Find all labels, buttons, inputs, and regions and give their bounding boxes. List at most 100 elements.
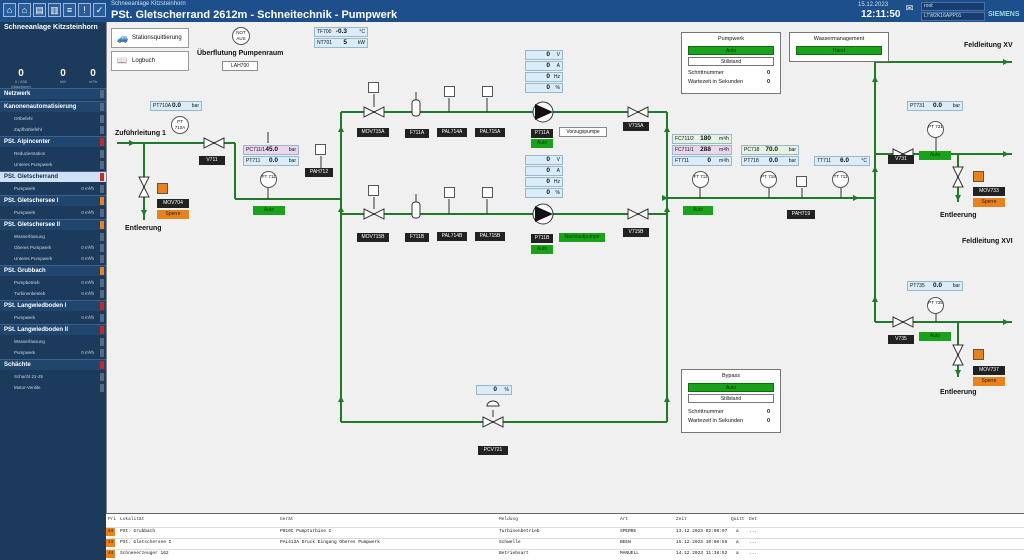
sidebar-item[interactable]: Wasserfassung	[0, 232, 106, 242]
logbook-button[interactable]: 📖 Logbuch	[111, 51, 189, 71]
pt711-state[interactable]: Auto	[253, 206, 285, 215]
p711b-tag[interactable]: P711B	[531, 234, 553, 243]
mov737-tag[interactable]: MOV737	[973, 366, 1005, 375]
pc718-value[interactable]: PC718 70.0 bar	[741, 145, 799, 155]
pt710a-gauge[interactable]: PT 710A	[171, 116, 189, 134]
check-icon[interactable]: ✓	[93, 3, 106, 17]
sidebar-section[interactable]: PSt. Langwiedboden I	[0, 300, 106, 311]
wasser-state[interactable]: Hand	[796, 46, 882, 55]
p711b-state[interactable]: Auto	[531, 245, 553, 254]
sidebar-item[interactable]: Wasserfassung	[0, 337, 106, 347]
ft711-gauge[interactable]: FT 711	[692, 171, 709, 188]
mov704-tag[interactable]: MOV704	[157, 199, 189, 208]
v715b-tag[interactable]: V715B	[623, 228, 649, 237]
pah719-indicator[interactable]	[796, 176, 807, 187]
user-field[interactable]: root	[921, 2, 985, 11]
sidebar-item[interactable]: Ortbefehl	[0, 114, 106, 124]
pt735-gauge[interactable]: PT 735	[927, 297, 944, 314]
v715a-tag[interactable]: V715A	[623, 122, 649, 131]
pal715a-tag[interactable]: PAL715A	[475, 128, 505, 137]
message-icon[interactable]: ✉	[903, 3, 916, 17]
mov737-indicator[interactable]	[973, 349, 984, 360]
p711a-state[interactable]: Auto	[531, 139, 553, 148]
sidebar-item[interactable]: Reduzierstation	[0, 149, 106, 159]
mov733-lock[interactable]: Sperre	[973, 198, 1005, 207]
sidebar-item[interactable]: Zapfhörbefehl	[0, 125, 106, 135]
pal714b-indicator[interactable]	[444, 187, 455, 198]
pumpwerk-auto[interactable]: Auto	[688, 46, 774, 55]
mov737-lock[interactable]: Sperre	[973, 377, 1005, 386]
sidebar-section[interactable]: PSt. Gletschersee I	[0, 195, 106, 206]
sidebar-section[interactable]: PSt. Alpincenter	[0, 136, 106, 147]
list-icon[interactable]: ≡	[63, 3, 76, 17]
sidebar-item[interactable]: Pumpwerk 0 m³/h	[0, 208, 106, 218]
sidebar-item[interactable]: Pumpwerk 0 m³/h	[0, 313, 106, 323]
pal714a-indicator[interactable]	[444, 86, 455, 97]
mov733-indicator[interactable]	[973, 171, 984, 182]
pal714b-tag[interactable]: PAL714B	[437, 232, 467, 241]
vorzugspumpe-label[interactable]: Vorzugspumpe	[559, 127, 607, 137]
pah719-tag[interactable]: PAH719	[787, 210, 815, 219]
pcv721-tag[interactable]: PCV721	[478, 446, 508, 455]
sidebar-section[interactable]: PSt. Gletschersee II	[0, 219, 106, 230]
alarm-icon[interactable]: !	[78, 3, 91, 17]
alarm-row[interactable]: 44 Schneeerzeuger 162 Betriebsart MANUELL 14…	[106, 549, 1024, 558]
pt731-gauge[interactable]: PT 731	[927, 121, 944, 138]
alarm-row[interactable]: 44 PSt. Gletschersee I PAL413A Druck Einga…	[106, 538, 1024, 547]
printer-icon[interactable]: ▤	[33, 3, 46, 17]
emergency-stop[interactable]: NOT AUS	[232, 27, 250, 45]
sidebar-item[interactable]: Schacht 21-25	[0, 372, 106, 382]
mov715b-tag[interactable]: MOV715B	[357, 233, 389, 242]
mov715a-indicator[interactable]	[368, 82, 379, 93]
sidebar-item[interactable]: Unteres Pumpwerk 0 m³/h	[0, 254, 106, 264]
sidebar-item[interactable]: Pumpwerk 0 m³/h	[0, 348, 106, 358]
bypass-panel[interactable]: Bypass Auto Stillstand Schrittnummer 0 Wa…	[681, 369, 781, 433]
ft711-state[interactable]: Auto	[683, 206, 713, 215]
tt711-gauge[interactable]: TT 711	[832, 171, 849, 188]
sidebar-section[interactable]: Netzwerk	[0, 88, 106, 99]
bypass-auto[interactable]: Auto	[688, 383, 774, 392]
fc711-1-value[interactable]: FC711/1 288 m³/h	[672, 145, 732, 155]
pt711-gauge[interactable]: PT 711	[260, 171, 277, 188]
pal714a-tag[interactable]: PAL714A	[437, 128, 467, 137]
chart-icon[interactable]: ▥	[48, 3, 61, 17]
pumpwerk-panel[interactable]: Pumpwerk Auto Stillstand Schrittnummer 0 …	[681, 32, 781, 94]
pal715a-indicator[interactable]	[482, 86, 493, 97]
mov733-tag[interactable]: MOV733	[973, 187, 1005, 196]
sidebar-item[interactable]: Pumpbetrieb 0 m³/h	[0, 278, 106, 288]
fc711-2-value[interactable]: FC711/2 180 m³/h	[672, 134, 732, 144]
sidebar-item[interactable]: Motor-Ventile	[0, 383, 106, 393]
pah712-indicator[interactable]	[315, 144, 326, 155]
pcv721-opening[interactable]: 0%	[476, 385, 512, 395]
pt735-state[interactable]: Auto	[919, 332, 951, 341]
sidebar-item[interactable]: Oberes Pumpwerk 0 m³/h	[0, 243, 106, 253]
pc711-value[interactable]: PC711/1 45.0 bar	[243, 145, 299, 155]
p711a-tag[interactable]: P711A	[531, 129, 553, 138]
sidebar-section[interactable]: PSt. Grubbach	[0, 265, 106, 276]
sidebar-item[interactable]: Turbinenbetrieb 0 m³/h	[0, 289, 106, 299]
v735-tag[interactable]: V735	[888, 335, 914, 344]
mov715b-indicator[interactable]	[368, 185, 379, 196]
pt731-state[interactable]: Auto	[919, 151, 951, 160]
pal715b-tag[interactable]: PAL715B	[475, 232, 505, 241]
mov704-indicator[interactable]	[157, 183, 168, 194]
sidebar-section[interactable]: PSt. Langwiedboden II	[0, 324, 106, 335]
sidebar-item[interactable]: Unteres Pumpwerk	[0, 160, 106, 170]
pah712-tag[interactable]: PAH712	[305, 168, 333, 177]
f711b-tag[interactable]: F711B	[405, 233, 429, 242]
pt718-gauge[interactable]: PT 718	[760, 171, 777, 188]
sidebar-section[interactable]: PSt. Gletscherrand	[0, 171, 106, 182]
f711a-tag[interactable]: F711A	[405, 129, 429, 138]
sidebar-section[interactable]: Kanonenautomatisierung	[0, 101, 106, 112]
mov715a-tag[interactable]: MOV715A	[357, 128, 389, 137]
pumpB-status[interactable]: Nachlaufpumpe	[559, 233, 605, 242]
station-ack-button[interactable]: 🚙 Stationsquittierung	[111, 28, 189, 48]
wassermanagement-panel[interactable]: Wassermanagement Hand	[789, 32, 889, 62]
home-icon[interactable]: ⌂	[3, 3, 16, 17]
house-icon[interactable]: ⌂	[18, 3, 31, 17]
v711-tag[interactable]: V711	[199, 156, 225, 165]
v731-tag[interactable]: V731	[888, 155, 914, 164]
sidebar-item[interactable]: Pumpwerk 0 m³/h	[0, 184, 106, 194]
alarm-row[interactable]: 44 PSt. Grubbach P010C Pumpturbine C Turbin…	[106, 527, 1024, 536]
sidebar-section[interactable]: Schächte	[0, 359, 106, 370]
